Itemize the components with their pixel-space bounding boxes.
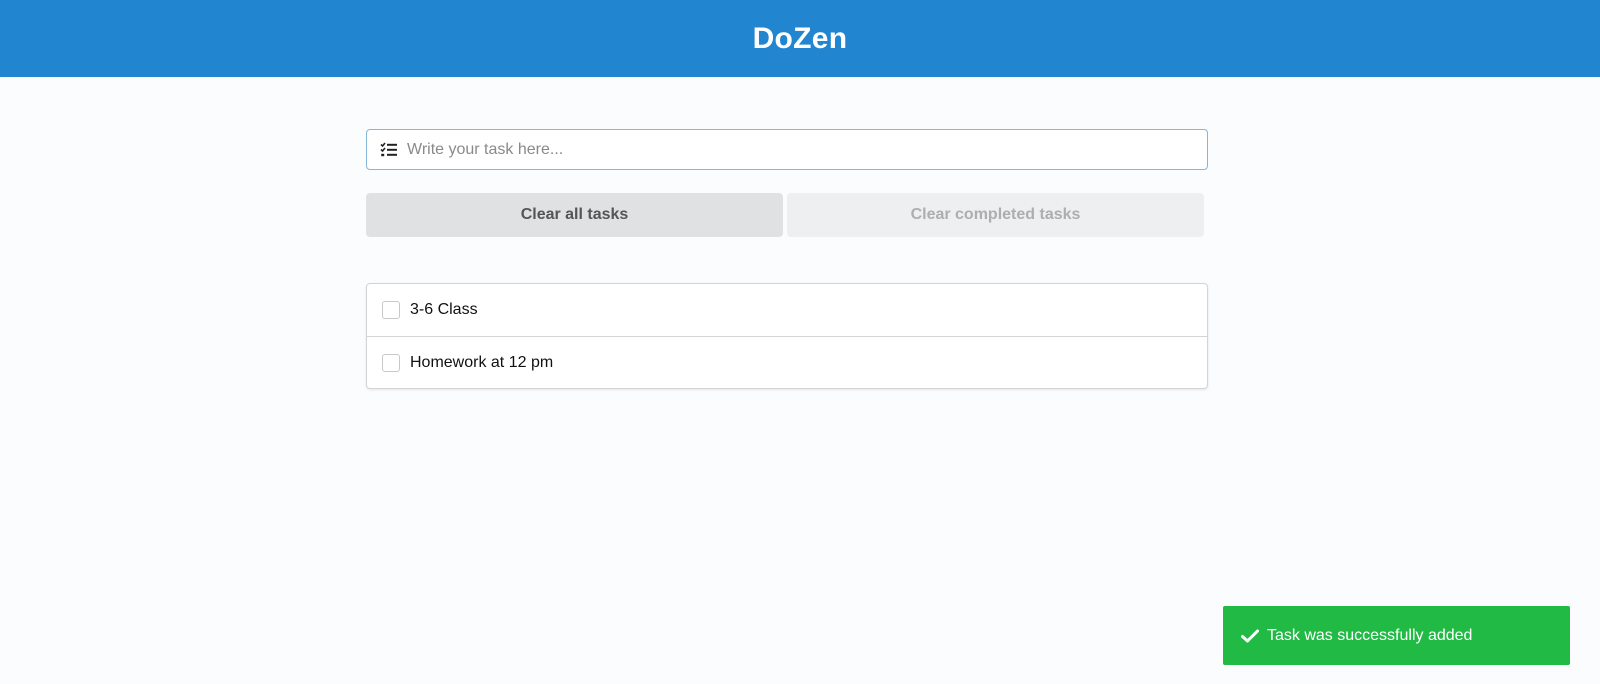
- task-label: Homework at 12 pm: [410, 353, 554, 371]
- tasks-list-icon: [380, 141, 398, 159]
- list-item: 3-6 Class: [367, 284, 1207, 336]
- success-toast[interactable]: Task was successfully added: [1223, 606, 1570, 665]
- app-title: DoZen: [752, 21, 848, 55]
- checkmark-icon: [1241, 629, 1259, 643]
- task-checkbox[interactable]: [382, 353, 400, 372]
- task-label: 3-6 Class: [410, 301, 478, 318]
- clear-all-tasks-button[interactable]: Clear all tasks: [366, 193, 783, 237]
- clear-completed-tasks-button[interactable]: Clear completed tasks: [787, 193, 1204, 237]
- task-list: 3-6 Class Homework at 12 pm: [366, 283, 1208, 389]
- task-checkbox[interactable]: [382, 301, 400, 319]
- main-content: Clear all tasks Clear completed tasks 3-…: [366, 129, 1208, 389]
- action-buttons: Clear all tasks Clear completed tasks: [366, 193, 1208, 237]
- app-header: DoZen: [0, 0, 1600, 77]
- toast-message: Task was successfully added: [1267, 626, 1473, 644]
- task-input[interactable]: [407, 130, 1202, 169]
- list-item: Homework at 12 pm: [367, 336, 1207, 388]
- task-input-container: [366, 129, 1208, 170]
